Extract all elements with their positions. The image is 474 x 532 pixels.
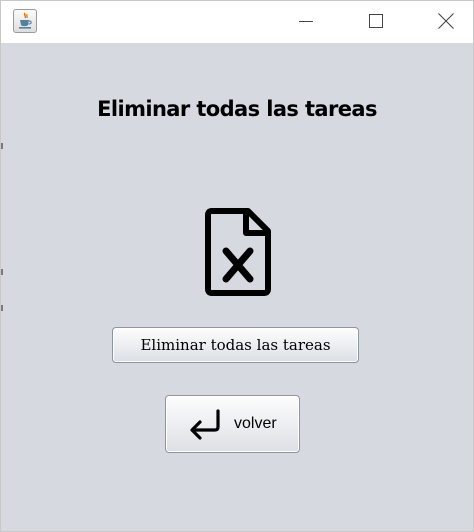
delete-all-tasks-label: Eliminar todas las tareas: [140, 336, 331, 354]
back-label: volver: [234, 415, 277, 432]
delete-all-tasks-button[interactable]: Eliminar todas las tareas: [112, 327, 359, 363]
edge-mark: [1, 143, 3, 149]
back-button[interactable]: volver: [165, 395, 300, 453]
java-cup-icon[interactable]: [13, 9, 37, 33]
close-icon: [438, 13, 454, 29]
app-window: Eliminar todas las tareas Eliminar todas…: [0, 0, 474, 532]
close-button[interactable]: [423, 1, 469, 41]
file-delete-icon: [202, 205, 274, 297]
content-panel: Eliminar todas las tareas Eliminar todas…: [1, 43, 473, 531]
maximize-button[interactable]: [353, 1, 399, 41]
maximize-icon: [369, 14, 383, 28]
return-arrow-icon: [190, 409, 220, 440]
edge-mark: [1, 269, 3, 275]
minimize-icon: [299, 21, 313, 22]
title-bar[interactable]: [1, 1, 473, 43]
page-title: Eliminar todas las tareas: [97, 97, 377, 121]
minimize-button[interactable]: [283, 1, 329, 41]
edge-mark: [1, 305, 3, 311]
